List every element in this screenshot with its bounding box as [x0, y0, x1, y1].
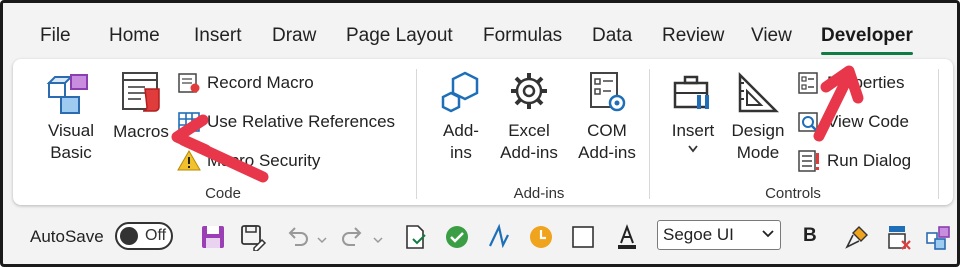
tab-data[interactable]: Data	[592, 25, 632, 47]
run-dialog-icon	[798, 150, 819, 172]
tab-draw[interactable]: Draw	[272, 25, 316, 47]
code-group-label: Code	[205, 185, 241, 202]
use-relative-references-label: Use Relative References	[207, 112, 396, 131]
design-mode-icon	[738, 71, 780, 113]
redo-icon[interactable]	[339, 223, 367, 251]
macro-security-label: Macro Security	[207, 151, 321, 170]
properties-icon	[798, 72, 818, 94]
tab-home[interactable]: Home	[109, 25, 160, 47]
tab-page-layout[interactable]: Page Layout	[346, 25, 453, 47]
excel-window: File Home Insert Draw Page Layout Formul…	[0, 0, 960, 267]
font-name-value: Segoe UI	[663, 225, 734, 244]
group-separator	[938, 69, 939, 199]
view-code-label: View Code	[827, 112, 909, 131]
save-as-icon[interactable]	[239, 223, 267, 251]
clock-icon[interactable]	[527, 223, 555, 251]
ribbon-panel: Visual Basic Macros Record Macro Use Rel…	[13, 59, 953, 205]
save-icon[interactable]	[199, 223, 227, 251]
add-ins-group-label: Add-ins	[513, 185, 565, 202]
record-macro-button[interactable]: Record Macro	[177, 69, 314, 97]
properties-label: Properties	[827, 73, 905, 92]
add-ins-button[interactable]: Add- ins	[431, 67, 491, 165]
visual-basic-label-2: Basic	[50, 143, 92, 162]
tab-developer[interactable]: Developer	[821, 25, 913, 55]
design-mode-label-1: Design	[731, 121, 785, 140]
excel-add-ins-label-2: Add-ins	[500, 143, 558, 162]
insert-control-button[interactable]: Insert	[663, 67, 723, 153]
tab-view[interactable]: View	[751, 25, 792, 47]
chevron-down-icon	[688, 145, 698, 153]
font-color-icon[interactable]	[613, 223, 641, 251]
add-ins-label-2: ins	[450, 143, 472, 162]
warning-icon	[177, 150, 201, 171]
macro-security-button[interactable]: Macro Security	[177, 147, 320, 175]
add-ins-label-1: Add-	[443, 121, 479, 140]
record-macro-label: Record Macro	[207, 73, 314, 92]
quick-access-toolbar: AutoSave Off Segoe UI B	[3, 209, 957, 264]
group-separator	[416, 69, 417, 199]
design-mode-label-2: Mode	[736, 143, 780, 162]
font-name-dropdown[interactable]: Segoe UI	[657, 220, 781, 250]
format-painter-icon[interactable]	[843, 223, 871, 251]
design-mode-button[interactable]: Design Mode	[725, 67, 791, 165]
macros-button[interactable]: Macros	[105, 67, 177, 145]
com-add-ins-label-1: COM	[587, 121, 627, 140]
chevron-down-icon[interactable]	[373, 235, 383, 245]
run-dialog-button[interactable]: Run Dialog	[797, 147, 911, 175]
group-separator	[649, 69, 650, 199]
handwriting-icon[interactable]	[485, 223, 513, 251]
page-export-icon[interactable]	[401, 223, 429, 251]
com-add-ins-button[interactable]: COM Add-ins	[569, 67, 645, 165]
visual-basic-qat-icon[interactable]	[925, 223, 953, 251]
controls-group-label: Controls	[765, 185, 821, 202]
properties-button[interactable]: Properties	[797, 69, 904, 97]
undo-icon[interactable]	[283, 223, 311, 251]
gear-icon	[511, 73, 547, 109]
table-grid-icon	[178, 112, 200, 132]
hexagon-addin-icon	[441, 71, 479, 113]
delete-sheet-icon[interactable]	[885, 223, 913, 251]
excel-add-ins-label-1: Excel	[508, 121, 550, 140]
com-add-ins-label-2: Add-ins	[578, 143, 636, 162]
chevron-down-icon[interactable]	[317, 235, 327, 245]
tab-formulas[interactable]: Formulas	[483, 25, 562, 47]
autosave-toggle[interactable]: Off	[115, 222, 173, 250]
check-circle-icon[interactable]	[443, 223, 471, 251]
macros-label: Macros	[113, 122, 169, 141]
autosave-state-label: Off	[145, 227, 167, 244]
run-dialog-label: Run Dialog	[827, 151, 912, 170]
excel-add-ins-button[interactable]: Excel Add-ins	[491, 67, 567, 165]
use-relative-references-button[interactable]: Use Relative References	[177, 108, 395, 136]
tab-review[interactable]: Review	[662, 25, 724, 47]
chevron-down-icon	[762, 230, 774, 238]
com-addin-icon	[590, 72, 626, 112]
insert-control-label: Insert	[671, 121, 715, 140]
toggle-knob	[120, 227, 138, 245]
visual-basic-label-1: Visual	[48, 121, 94, 140]
view-code-button[interactable]: View Code	[797, 108, 909, 136]
visual-basic-button[interactable]: Visual Basic	[39, 67, 103, 165]
tab-file[interactable]: File	[40, 25, 71, 47]
view-code-icon	[798, 112, 818, 132]
autosave-label: AutoSave	[30, 227, 104, 246]
ribbon-tabs: File Home Insert Draw Page Layout Formul…	[3, 3, 957, 59]
visual-basic-icon	[46, 74, 88, 114]
record-macro-icon	[178, 73, 200, 93]
bold-button[interactable]: B	[803, 225, 817, 247]
toolbox-icon	[673, 75, 709, 109]
macros-icon	[122, 72, 160, 112]
tab-insert[interactable]: Insert	[194, 25, 242, 47]
checkbox-icon[interactable]	[569, 223, 597, 251]
